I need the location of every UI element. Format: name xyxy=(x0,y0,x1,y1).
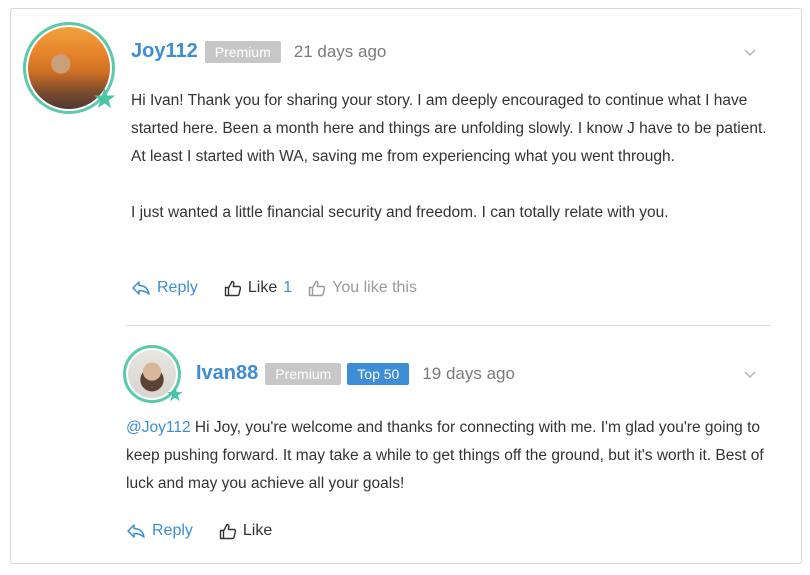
reply-label: Reply xyxy=(157,279,198,296)
reply-button[interactable]: Reply xyxy=(131,279,198,297)
like-button[interactable]: Like xyxy=(219,522,272,540)
thumbs-up-icon xyxy=(219,523,237,539)
timestamp: 19 days ago xyxy=(422,363,515,383)
avatar-ivan88[interactable]: ★ xyxy=(123,345,184,406)
you-like-status: You like this xyxy=(308,279,417,297)
comment-actions: Reply Like 1 You like this xyxy=(131,279,417,297)
comment-paragraph: Hi Ivan! Thank you for sharing your stor… xyxy=(131,92,767,165)
star-icon: ★ xyxy=(92,83,118,114)
comment-paragraph: I just wanted a little financial securit… xyxy=(131,204,669,221)
reply-divider xyxy=(126,325,771,326)
like-label: Like xyxy=(242,522,273,539)
comment-actions: Reply Like xyxy=(126,522,272,540)
chevron-down-icon[interactable] xyxy=(742,46,758,58)
comment-body: @Joy112 Hi Joy, you're welcome and thank… xyxy=(126,414,766,498)
star-icon: ★ xyxy=(166,384,184,406)
top-rank-badge: Top 50 xyxy=(347,362,410,385)
reply-button[interactable]: Reply xyxy=(126,522,193,540)
premium-badge: Premium xyxy=(265,362,342,385)
thumbs-up-icon xyxy=(308,280,326,296)
username-link[interactable]: Ivan88 xyxy=(196,362,258,385)
like-count[interactable]: 1 xyxy=(283,279,292,297)
reply-arrow-icon xyxy=(132,281,150,295)
chevron-down-icon[interactable] xyxy=(742,368,758,380)
premium-badge: Premium xyxy=(204,40,281,63)
avatar-joy112[interactable]: ★ xyxy=(23,22,118,114)
like-label: Like xyxy=(247,279,278,296)
thumbs-up-icon xyxy=(224,280,242,296)
comment-header: Ivan88 Premium Top 50 19 days ago xyxy=(196,362,515,385)
comment-text: Hi Joy, you're welcome and thanks for co… xyxy=(126,419,764,492)
reply-label: Reply xyxy=(152,522,193,539)
reply-arrow-icon xyxy=(127,524,145,538)
like-button[interactable]: Like 1 xyxy=(224,279,292,297)
username-link[interactable]: Joy112 xyxy=(131,40,198,63)
you-like-label: You like this xyxy=(332,279,417,296)
comment-header: Joy112 Premium 21 days ago xyxy=(131,40,386,63)
comment-body: Hi Ivan! Thank you for sharing your stor… xyxy=(131,87,771,227)
timestamp: 21 days ago xyxy=(293,41,387,61)
mention-link[interactable]: @Joy112 xyxy=(126,419,191,436)
